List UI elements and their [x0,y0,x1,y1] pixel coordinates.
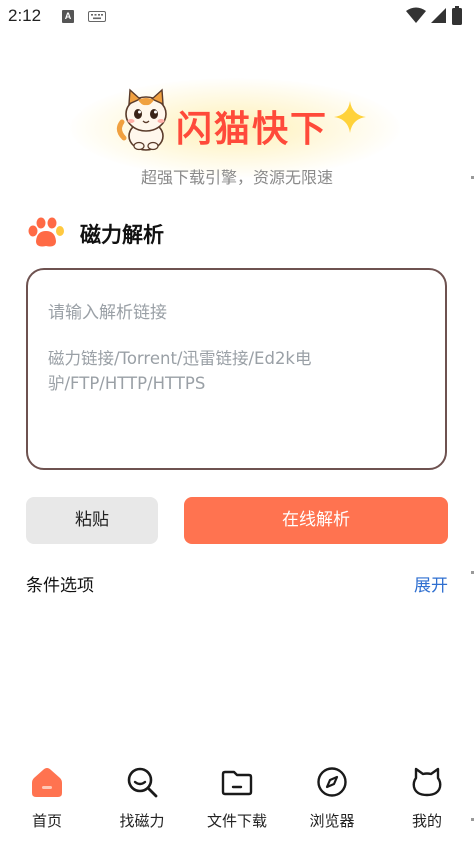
nav-item-file-download[interactable]: 文件下载 [190,760,284,840]
sparkle-icon [334,101,366,133]
app-tagline: 超强下载引擎，资源无限速 [140,168,333,187]
home-icon [32,768,62,797]
link-input-hint: 磁力链接/Torrent/迅雷链接/Ed2k电驴/FTP/HTTP/HTTPS [48,349,312,393]
link-input[interactable]: 请输入解析链接 磁力链接/Torrent/迅雷链接/Ed2k电驴/FTP/HTT… [26,268,447,470]
section-title: 磁力解析 [80,223,164,247]
compass-icon [317,767,347,797]
paw-icon [28,217,64,247]
search-icon [127,767,158,798]
cat-mascot-icon [116,88,167,151]
status-bar: 2:12 A [0,0,474,34]
paste-button[interactable]: 粘贴 [26,497,158,544]
link-input-placeholder: 请输入解析链接 [48,303,167,323]
parse-button[interactable]: 在线解析 [184,497,448,544]
nav-item-profile[interactable]: 我的 [380,760,474,840]
nav-item-browser[interactable]: 浏览器 [285,760,379,840]
nav-label: 浏览器 [309,812,355,830]
signal-icon [431,8,446,23]
status-time: 2:12 [8,6,42,25]
nav-label: 我的 [411,812,442,830]
bottom-nav: 首页 找磁力 文件下载 浏览器 我的 [0,760,474,842]
nav-label: 首页 [31,812,62,830]
nav-item-find-magnet[interactable]: 找磁力 [95,760,189,840]
wifi-icon [406,7,426,23]
keyboard-icon [88,11,106,22]
nav-label: 找磁力 [119,812,165,830]
app-title: 闪猫快下 [176,109,329,150]
options-label: 条件选项 [26,576,94,596]
expand-options-link[interactable]: 展开 [414,571,448,596]
nav-item-home[interactable]: 首页 [0,760,94,840]
nav-label: 文件下载 [206,812,267,830]
input-method-icon: A [62,10,74,23]
cat-face-icon [412,767,442,797]
folder-icon [221,770,253,796]
battery-icon [452,6,462,25]
